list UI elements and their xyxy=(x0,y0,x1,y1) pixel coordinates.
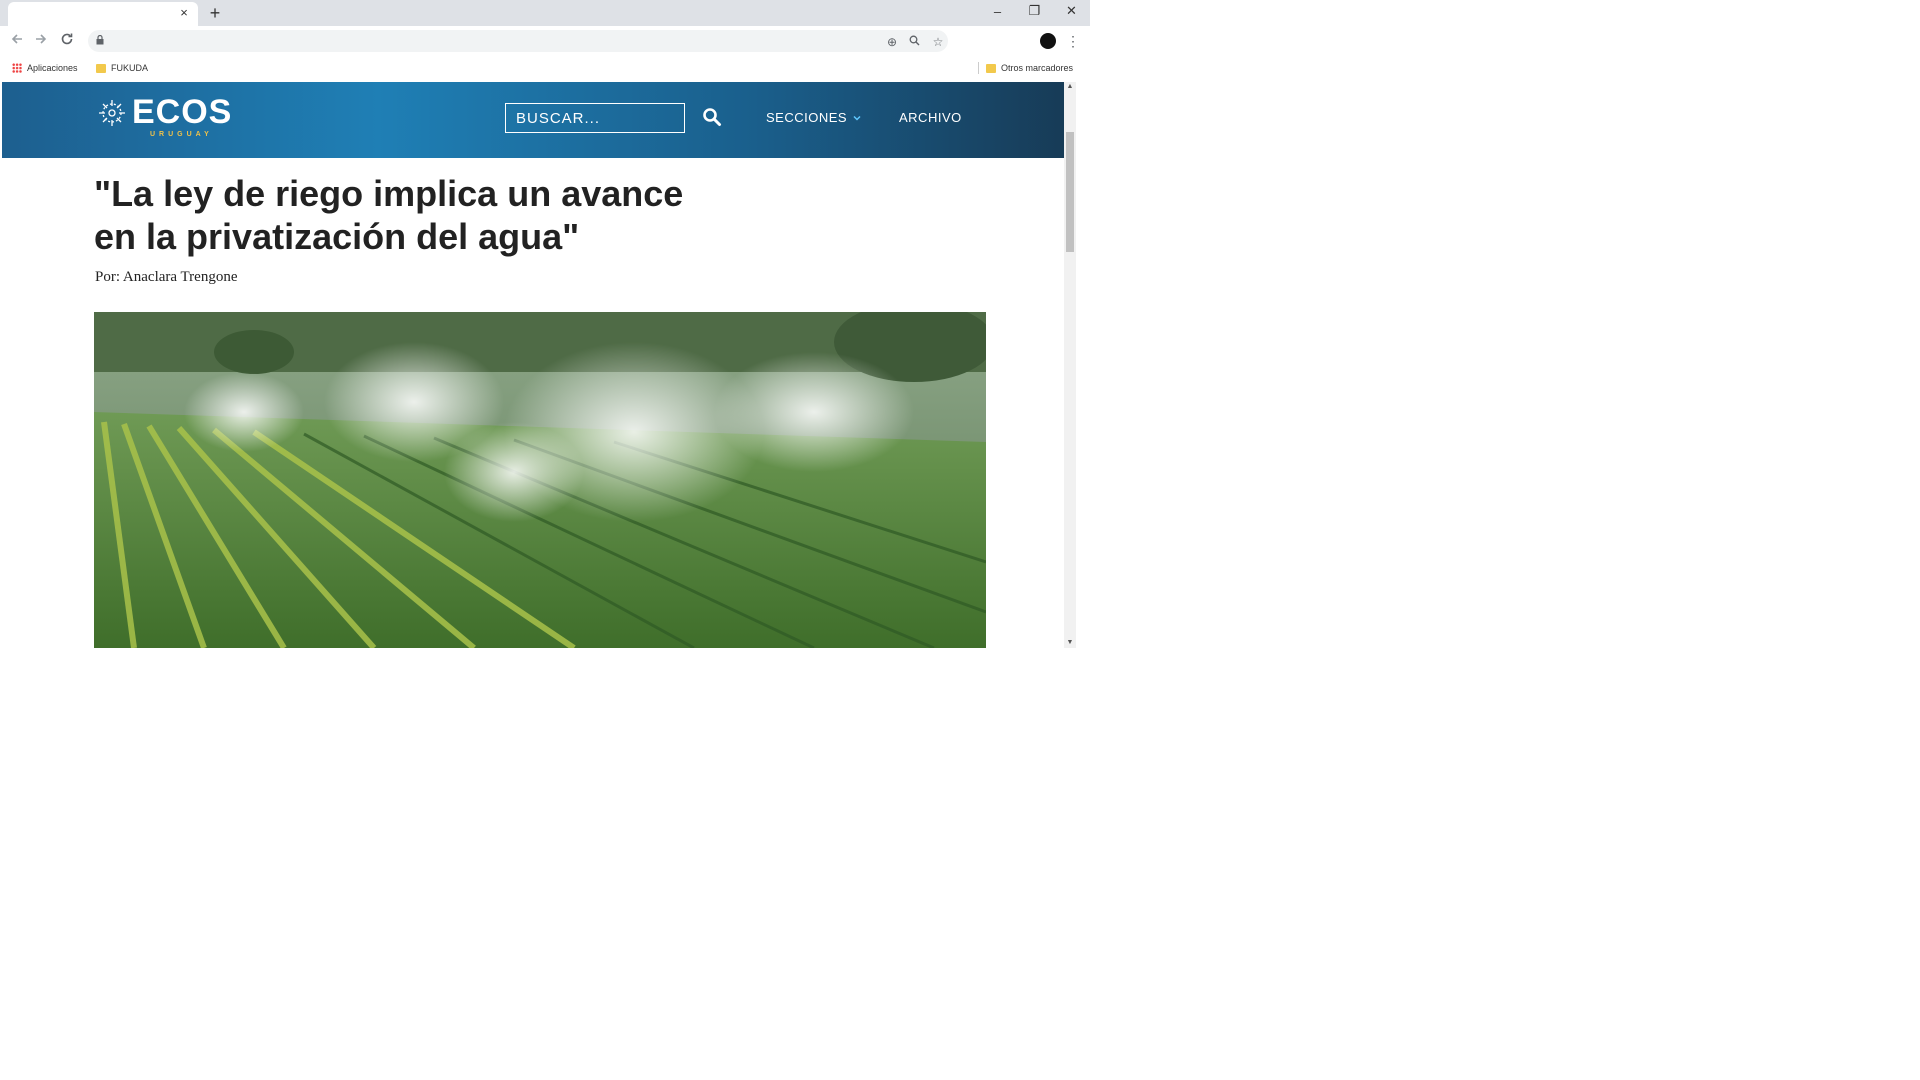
tab-close-icon[interactable]: × xyxy=(176,5,192,21)
tab-strip: × + – ❐ ✕ xyxy=(0,0,1090,26)
zoom-icon[interactable] xyxy=(906,34,922,50)
nav-secciones[interactable]: SECCIONES xyxy=(766,110,861,125)
bookmarks-bar: Aplicaciones FUKUDA Otros marcadores xyxy=(0,56,1090,80)
bookmark-apps[interactable]: Aplicaciones xyxy=(12,61,78,75)
window-controls: – ❐ ✕ xyxy=(979,0,1090,22)
add-icon[interactable]: ⊕ xyxy=(884,34,900,50)
search-input[interactable] xyxy=(505,103,685,133)
scroll-down-icon[interactable]: ▼ xyxy=(1064,638,1076,648)
page-scrollbar[interactable]: ▲ ▼ xyxy=(1064,82,1076,648)
new-tab-icon[interactable]: + xyxy=(206,4,224,22)
site-header: ECOS URUGUAY SECCIONES ARCHIVO xyxy=(2,82,1076,158)
bookmark-fukuda[interactable]: FUKUDA xyxy=(96,61,148,75)
bookmark-divider xyxy=(978,62,979,74)
ecos-logo-icon[interactable] xyxy=(96,97,128,129)
reload-icon[interactable] xyxy=(58,32,76,50)
browser-toolbar: ⊕ ☆ ⋮ xyxy=(0,26,1090,56)
browser-tab[interactable]: × xyxy=(8,2,198,26)
bookmark-apps-label: Aplicaciones xyxy=(27,63,78,73)
article-hero-image xyxy=(94,312,986,648)
site-logo-subtitle: URUGUAY xyxy=(150,131,213,138)
search-icon[interactable] xyxy=(702,107,722,127)
minimize-icon[interactable]: – xyxy=(979,0,1016,22)
folder-icon xyxy=(96,63,106,73)
apps-grid-icon xyxy=(12,63,22,73)
article-title: "La ley de riego implica un avance en la… xyxy=(94,173,684,257)
page-viewport: ECOS URUGUAY SECCIONES ARCHIVO "La ley d… xyxy=(2,82,1076,648)
star-icon[interactable]: ☆ xyxy=(930,34,946,50)
folder-icon xyxy=(986,63,996,73)
bookmark-other[interactable]: Otros marcadores xyxy=(986,61,1073,75)
article-byline: Por: Anaclara Trengone xyxy=(95,269,238,285)
scroll-thumb[interactable] xyxy=(1066,132,1074,252)
bookmark-fukuda-label: FUKUDA xyxy=(111,63,149,73)
bookmark-other-label: Otros marcadores xyxy=(1001,63,1074,73)
more-menu-icon[interactable]: ⋮ xyxy=(1066,32,1080,50)
profile-avatar-icon[interactable] xyxy=(1040,33,1056,49)
arrow-left-icon[interactable] xyxy=(8,32,26,50)
site-logo[interactable]: ECOS xyxy=(132,94,232,130)
browser-window: × + – ❐ ✕ ⊕ ☆ ⋮ Aplicaciones FUKUDA Otro… xyxy=(0,0,1090,648)
nav-archivo[interactable]: ARCHIVO xyxy=(899,110,962,125)
close-icon[interactable]: ✕ xyxy=(1053,0,1090,22)
lock-icon xyxy=(96,35,104,45)
scroll-up-icon[interactable]: ▲ xyxy=(1064,82,1076,92)
chevron-down-icon xyxy=(853,115,861,121)
address-bar[interactable]: ⊕ ☆ xyxy=(88,30,948,52)
arrow-right-icon[interactable] xyxy=(32,32,50,50)
restore-icon[interactable]: ❐ xyxy=(1016,0,1053,22)
nav-secciones-label: SECCIONES xyxy=(766,110,848,125)
